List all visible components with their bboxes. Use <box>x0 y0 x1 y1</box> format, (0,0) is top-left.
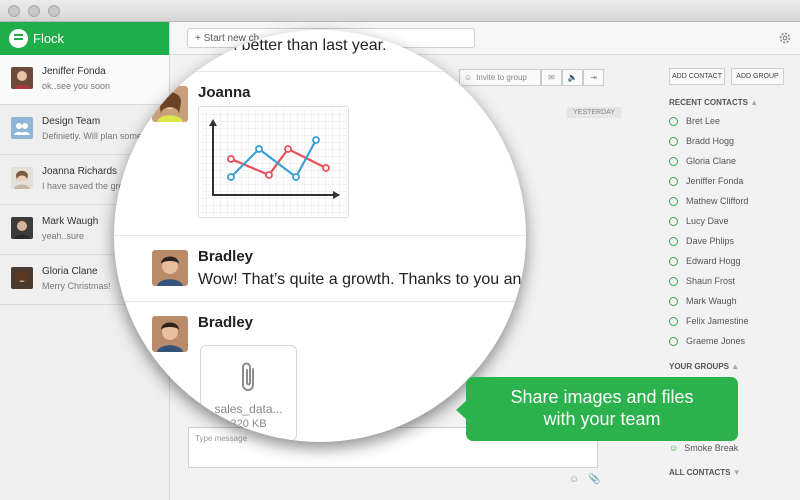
mail-icon: ✉ <box>548 73 555 82</box>
close-window-button[interactable] <box>8 5 20 17</box>
attachment-icon[interactable]: 📎 <box>588 474 600 485</box>
recent-contacts-label: RECENT CONTACTS <box>669 98 748 107</box>
contact-item[interactable]: Mark Waugh <box>669 296 737 306</box>
contact-name: Dave Phlips <box>686 236 735 246</box>
contact-name: Jeniffer Fonda <box>686 176 744 186</box>
shared-image-card[interactable] <box>198 106 349 218</box>
contact-name: Gloria Clane <box>686 156 737 166</box>
minimize-window-button[interactable] <box>28 5 40 17</box>
contact-item[interactable]: Jeniffer Fonda <box>669 176 743 186</box>
growth-chart-image <box>202 110 347 216</box>
contact-item[interactable]: Dave Phlips <box>669 236 734 246</box>
your-groups-label: YOUR GROUPS <box>669 362 730 371</box>
contact-item[interactable]: Bradd Hogg <box>669 136 734 146</box>
avatar <box>11 167 33 189</box>
contact-name: Mark Waugh <box>686 296 737 306</box>
chat-bubble-icon <box>669 216 678 226</box>
contact-name: Mathew Clifford <box>686 196 749 206</box>
chat-bubble-icon <box>669 236 678 246</box>
group-item[interactable]: ☺ Smoke Break <box>669 443 738 453</box>
title-bar <box>0 0 800 22</box>
message-sender: Joanna <box>198 84 251 101</box>
avatar <box>152 316 188 352</box>
contact-item[interactable]: Lucy Dave <box>669 216 729 226</box>
chat-bubble-icon <box>669 336 678 346</box>
chat-bubble-icon <box>669 136 678 146</box>
contact-name: Bret Lee <box>686 116 721 126</box>
flock-app-window: Flock Jeniffer Fonda ok..see you soon De… <box>0 0 800 500</box>
contact-item[interactable]: Gloria Clane <box>669 156 736 166</box>
previous-message-text: much better than last year. <box>198 37 387 54</box>
paperclip-icon <box>242 362 254 391</box>
avatar <box>11 217 33 239</box>
avatar <box>152 86 188 122</box>
group-name: Smoke Break <box>684 443 739 453</box>
chat-bubble-icon <box>669 196 678 206</box>
chat-bubble-icon <box>669 316 678 326</box>
chat-bubble-icon <box>669 296 678 306</box>
avatar <box>152 250 188 286</box>
chat-bubble-icon <box>669 256 678 266</box>
file-size: 320 KB <box>230 418 267 430</box>
avatar <box>11 67 33 89</box>
speaker-icon: 🔈 <box>567 73 578 82</box>
flock-logo-icon <box>9 29 28 48</box>
chat-bubble-icon <box>669 156 678 166</box>
chevron-up-icon: ▲ <box>750 98 759 107</box>
contact-item[interactable]: Bret Lee <box>669 116 720 126</box>
composer-icons: ☺ 📎 <box>569 474 600 485</box>
file-name: sales_data... <box>214 402 283 416</box>
contact-item[interactable]: Felix Jamestine <box>669 316 749 326</box>
contact-name: Shaun Frost <box>686 276 736 286</box>
all-contacts-label: ALL CONTACTS <box>669 468 731 477</box>
add-contact-button[interactable]: ADD CONTACT <box>669 68 725 85</box>
zoom-window-button[interactable] <box>48 5 60 17</box>
callout-line-2: with your team <box>543 409 661 429</box>
leave-button[interactable]: ⇥ <box>583 69 604 86</box>
chevron-down-icon: ▼ <box>732 468 741 477</box>
message-sender: Bradley <box>198 314 254 331</box>
group-avatar-icon <box>11 117 33 139</box>
contact-name: Lucy Dave <box>686 216 729 226</box>
contact-name: Edward Hogg <box>686 256 741 266</box>
email-button[interactable]: ✉ <box>541 69 562 86</box>
chevron-up-icon: ▲ <box>731 362 740 371</box>
contact-name: Bradd Hogg <box>686 136 735 146</box>
message-sender: Bradley <box>198 248 254 265</box>
sound-button[interactable]: 🔈 <box>562 69 583 86</box>
message-text: Wow! That’s quite a growth. Thanks to yo… <box>198 271 526 288</box>
your-groups-header[interactable]: YOUR GROUPS ▲ <box>669 362 739 371</box>
message-divider <box>114 235 526 236</box>
message-divider <box>114 301 526 302</box>
contact-name: Felix Jamestine <box>686 316 749 326</box>
contact-name: Graeme Jones <box>686 336 746 346</box>
app-name: Flock <box>33 31 65 46</box>
contact-item[interactable]: Edward Hogg <box>669 256 741 266</box>
file-attachment-card[interactable]: sales_data... 320 KB <box>200 345 297 441</box>
all-contacts-header[interactable]: ALL CONTACTS ▼ <box>669 468 741 477</box>
contact-item[interactable]: Mathew Clifford <box>669 196 748 206</box>
chat-bubble-icon <box>669 176 678 186</box>
chat-bubble-icon <box>669 276 678 286</box>
add-group-button[interactable]: ADD GROUP <box>731 68 784 85</box>
recent-contacts-header[interactable]: RECENT CONTACTS ▲ <box>669 98 758 107</box>
message-divider <box>114 71 526 72</box>
magnifier-bubble: much better than last year. Joanna Bradl… <box>114 30 526 442</box>
day-divider: YESTERDAY <box>567 107 621 118</box>
emoji-icon[interactable]: ☺ <box>569 474 579 485</box>
avatar <box>11 267 33 289</box>
contact-item[interactable]: Graeme Jones <box>669 336 745 346</box>
gear-icon[interactable] <box>778 31 792 45</box>
chat-bubble-icon <box>669 116 678 126</box>
group-icon: ☺ <box>669 443 679 453</box>
callout-line-1: Share images and files <box>510 387 694 407</box>
feature-callout: Share images and files with your team <box>456 377 738 441</box>
contact-item[interactable]: Shaun Frost <box>669 276 735 286</box>
exit-icon: ⇥ <box>590 73 597 82</box>
